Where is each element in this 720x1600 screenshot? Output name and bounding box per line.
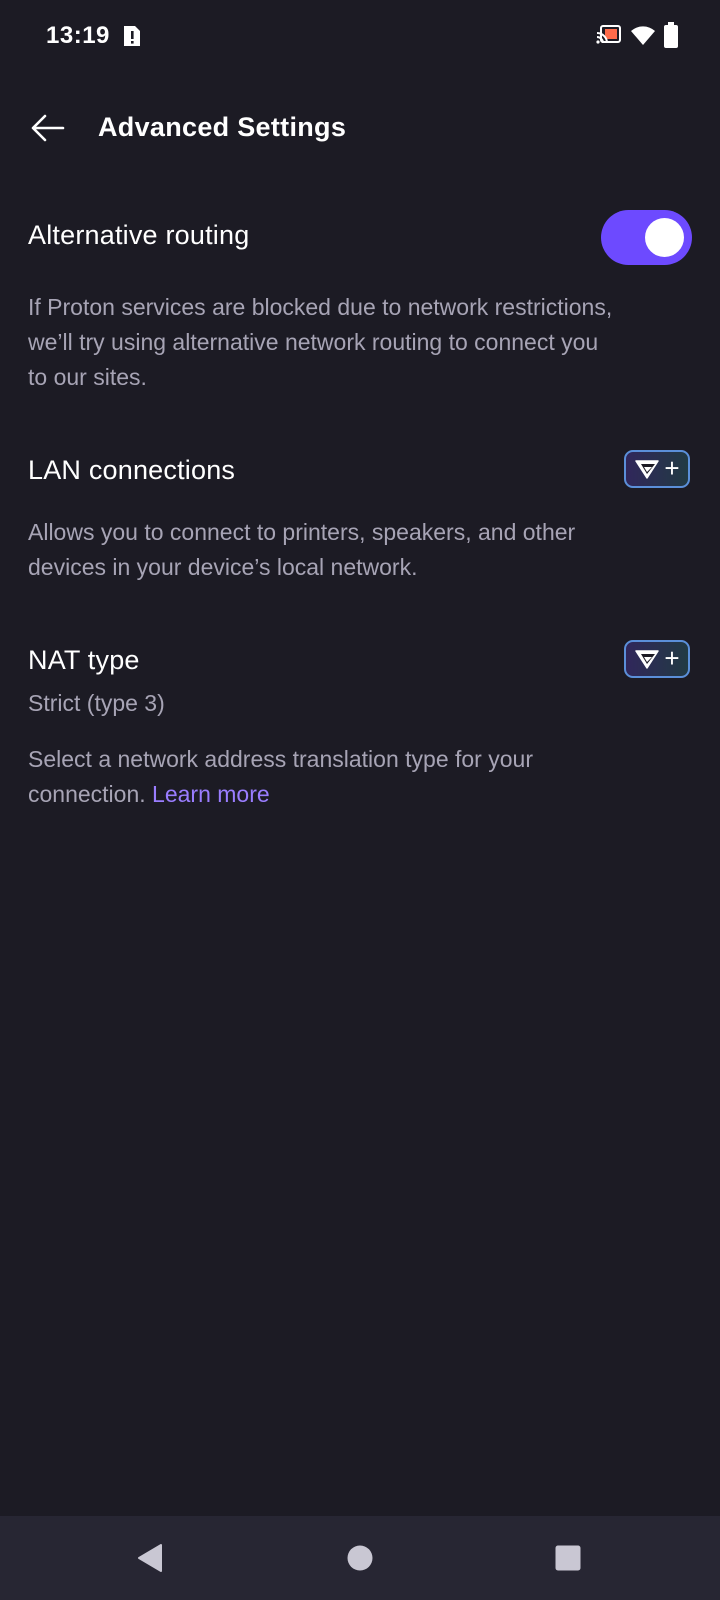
toggle-knob <box>645 218 684 257</box>
description-line: devices in your device’s local network. <box>28 554 418 580</box>
learn-more-link[interactable]: Learn more <box>152 781 270 807</box>
page-title: Advanced Settings <box>98 112 347 142</box>
description-line: Select a network address translation typ… <box>28 746 533 772</box>
system-navigation-bar <box>0 1516 720 1600</box>
top-app-bar: Advanced Settings <box>0 80 720 172</box>
arrow-left-icon <box>31 114 65 142</box>
nav-back-button[interactable] <box>126 1534 174 1582</box>
back-button[interactable] <box>22 102 74 154</box>
plus-icon: + <box>664 453 680 483</box>
battery-icon <box>664 22 678 48</box>
nat-type-title: NAT type <box>28 645 140 675</box>
vpn-plus-icon <box>635 460 660 479</box>
lan-connections-title: LAN connections <box>28 455 236 485</box>
nat-type-value: Strict (type 3) <box>28 690 165 716</box>
status-bar: 13:19 <box>0 0 720 72</box>
plus-icon: + <box>664 643 680 673</box>
alternative-routing-title: Alternative routing <box>28 220 250 250</box>
sim-alert-icon <box>124 26 140 46</box>
square-recents-icon <box>555 1545 581 1571</box>
alternative-routing-description: If Proton services are blocked due to ne… <box>28 290 688 395</box>
nat-upsell-badge[interactable]: + <box>624 640 690 678</box>
description-text: connection. <box>28 781 146 807</box>
lan-upsell-badge[interactable]: + <box>624 450 690 488</box>
status-time: 13:19 <box>46 22 110 49</box>
alternative-routing-toggle[interactable] <box>601 210 692 265</box>
vpn-plus-icon <box>635 650 660 669</box>
nav-recents-button[interactable] <box>544 1534 592 1582</box>
nat-type-description: Select a network address translation typ… <box>28 742 688 812</box>
description-line: we’ll try using alternative network rout… <box>28 329 599 355</box>
triangle-back-icon <box>138 1544 162 1572</box>
cast-icon <box>596 25 621 44</box>
description-line: Allows you to connect to printers, speak… <box>28 519 576 545</box>
circle-home-icon <box>347 1545 373 1571</box>
description-line: to our sites. <box>28 364 147 390</box>
lan-connections-description: Allows you to connect to printers, speak… <box>28 515 688 585</box>
wifi-icon <box>631 26 655 45</box>
status-icons <box>596 22 678 48</box>
nav-home-button[interactable] <box>336 1534 384 1582</box>
description-line: connection. Learn more <box>28 777 688 812</box>
description-line: If Proton services are blocked due to ne… <box>28 294 613 320</box>
